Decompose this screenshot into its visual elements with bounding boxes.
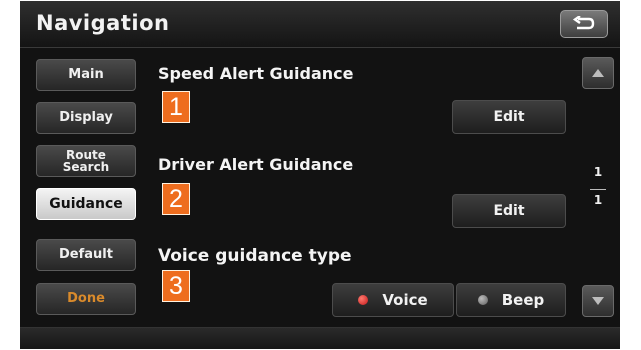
radio-dot-red-icon: [358, 295, 369, 305]
voice-option-label: Voice: [382, 291, 428, 309]
beep-option-label: Beep: [501, 291, 545, 309]
triangle-up-icon: [592, 69, 604, 77]
bottom-bar: [20, 327, 620, 349]
voice-option-button[interactable]: Voice: [332, 283, 454, 317]
beep-option-button[interactable]: Beep: [456, 283, 566, 317]
triangle-down-icon: [592, 297, 604, 305]
sidebar-item-main[interactable]: Main: [36, 59, 136, 91]
back-arrow-icon: [572, 16, 595, 30]
sidebar-item-display[interactable]: Display: [36, 102, 136, 134]
page-divider: [590, 189, 606, 190]
speed-alert-edit-button[interactable]: Edit: [452, 100, 566, 134]
voice-guidance-type-title: Voice guidance type: [158, 246, 352, 266]
scroll-up-button[interactable]: [582, 57, 614, 89]
page-current: 1: [593, 165, 603, 179]
section-badge-1: 1: [162, 91, 190, 123]
done-button[interactable]: Done: [36, 283, 136, 315]
scroll-down-button[interactable]: [582, 285, 614, 317]
driver-alert-edit-button[interactable]: Edit: [452, 194, 566, 228]
page-title: Navigation: [36, 11, 170, 35]
section-badge-2: 2: [162, 183, 190, 215]
sidebar-item-guidance[interactable]: Guidance: [36, 188, 136, 220]
radio-dot-grey-icon: [477, 295, 488, 305]
sidebar-item-default[interactable]: Default: [36, 239, 136, 271]
back-button[interactable]: [560, 10, 608, 38]
sidebar-item-route-search[interactable]: Route Search: [36, 145, 136, 177]
navigation-screen: Navigation Main Display Route Search Gui…: [20, 1, 620, 349]
speed-alert-guidance-title: Speed Alert Guidance: [158, 64, 354, 83]
title-bar: Navigation: [20, 1, 620, 48]
page-total: 1: [593, 193, 603, 207]
section-badge-3: 3: [162, 270, 190, 302]
driver-alert-guidance-title: Driver Alert Guidance: [158, 155, 354, 174]
